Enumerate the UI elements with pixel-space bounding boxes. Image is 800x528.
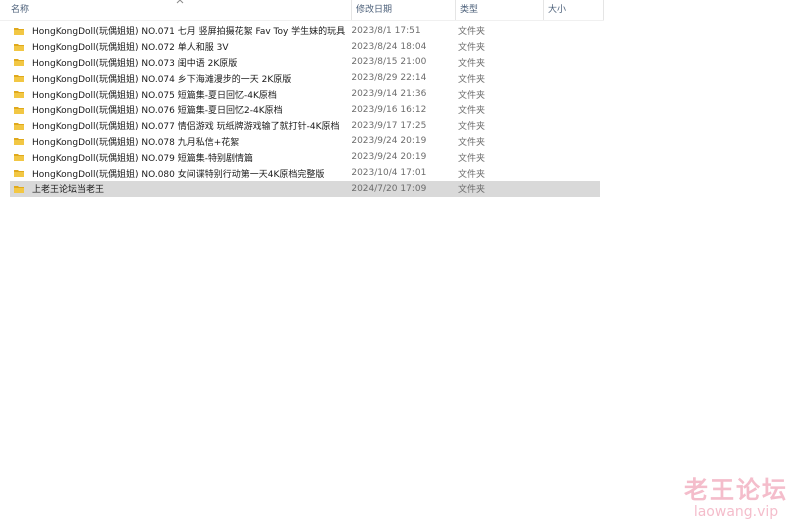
file-date-cell: 2023/9/24 20:19 [351, 136, 427, 147]
file-type-cell: 文件夹 [457, 137, 485, 148]
column-header-date[interactable]: 修改日期 [352, 0, 456, 20]
folder-icon [14, 138, 24, 146]
file-row[interactable]: HongKongDoll(玩偶姐姐) NO.074 乡下海滩漫步的一天 2K原版… [10, 70, 600, 86]
column-size-label: 大小 [548, 5, 567, 15]
file-date-cell: 2023/9/17 17:25 [351, 120, 427, 131]
file-date-cell: 2023/8/29 22:14 [351, 73, 427, 84]
file-list: HongKongDoll(玩偶姐姐) NO.071 七月 竖屏拍摄花絮 Fav … [10, 23, 600, 197]
file-date-cell: 2023/8/15 21:00 [351, 57, 427, 68]
file-type-cell: 文件夹 [457, 43, 485, 54]
file-row[interactable]: HongKongDoll(玩偶姐姐) NO.073 闺中语 2K原版 2023/8… [10, 55, 600, 71]
watermark-en: laowang.vip [693, 504, 779, 520]
file-type-cell: 文件夹 [457, 58, 485, 69]
file-type-cell: 文件夹 [457, 185, 485, 196]
file-name-label: HongKongDoll(玩偶姐姐) NO.072 单人和服 3V [32, 43, 229, 54]
file-date-cell: 2023/9/16 16:12 [351, 104, 427, 115]
file-date-cell: 2023/10/4 17:01 [351, 168, 427, 179]
file-name-label: HongKongDoll(玩偶姐姐) NO.071 七月 竖屏拍摄花絮 Fav … [32, 27, 346, 38]
file-name-label: HongKongDoll(玩偶姐姐) NO.078 九月私信+花絮 [32, 137, 240, 148]
column-header: 名称 修改日期 类型 大小 [0, 0, 604, 21]
file-name-cell: HongKongDoll(玩偶姐姐) NO.072 单人和服 3V [10, 40, 347, 53]
file-date-cell: 2023/9/14 21:36 [351, 89, 427, 100]
file-name-label: 上老王论坛当老王 [32, 185, 105, 196]
folder-icon [14, 27, 24, 35]
column-type-label: 类型 [460, 5, 479, 15]
column-header-size[interactable]: 大小 [544, 0, 604, 20]
file-name-label: HongKongDoll(玩偶姐姐) NO.079 短篇集-特别剧情篇 [32, 153, 253, 164]
file-row[interactable]: HongKongDoll(玩偶姐姐) NO.076 短篇集-夏日回忆2-4K原档… [10, 102, 600, 118]
folder-icon [14, 106, 24, 114]
file-name-cell: HongKongDoll(玩偶姐姐) NO.080 女间谍特别行动第一天4K原档… [10, 167, 347, 180]
file-name-cell: HongKongDoll(玩偶姐姐) NO.079 短篇集-特别剧情篇 [10, 151, 347, 164]
file-name-label: HongKongDoll(玩偶姐姐) NO.074 乡下海滩漫步的一天 2K原版 [32, 74, 292, 85]
file-type-cell: 文件夹 [457, 74, 485, 85]
file-row[interactable]: HongKongDoll(玩偶姐姐) NO.075 短篇集-夏日回忆-4K原档 2… [10, 86, 600, 102]
file-name-cell: HongKongDoll(玩偶姐姐) NO.075 短篇集-夏日回忆-4K原档 [10, 88, 347, 101]
chevron-up-icon [176, 0, 184, 4]
file-type-cell: 文件夹 [457, 106, 485, 117]
folder-icon [14, 43, 24, 51]
watermark: 老王论坛 laowang.vip [684, 476, 788, 520]
file-name-cell: HongKongDoll(玩偶姐姐) NO.076 短篇集-夏日回忆2-4K原档 [10, 103, 347, 116]
file-row[interactable]: 上老王论坛当老王 2024/7/20 17:09 文件夹 [10, 180, 600, 197]
file-row[interactable]: HongKongDoll(玩偶姐姐) NO.080 女间谍特别行动第一天4K原档… [10, 165, 600, 181]
column-date-label: 修改日期 [356, 5, 393, 15]
file-name-label: HongKongDoll(玩偶姐姐) NO.076 短篇集-夏日回忆2-4K原档 [32, 106, 283, 117]
file-name-cell: HongKongDoll(玩偶姐姐) NO.074 乡下海滩漫步的一天 2K原版 [10, 72, 347, 85]
file-name-cell: HongKongDoll(玩偶姐姐) NO.073 闺中语 2K原版 [10, 56, 347, 69]
file-row[interactable]: HongKongDoll(玩偶姐姐) NO.079 短篇集-特别剧情篇 2023/… [10, 149, 600, 165]
folder-icon [14, 185, 24, 193]
file-type-cell: 文件夹 [457, 153, 485, 164]
file-name-cell: HongKongDoll(玩偶姐姐) NO.077 情侣游戏 玩纸牌游戏输了就打… [10, 119, 347, 132]
file-name-cell: HongKongDoll(玩偶姐姐) NO.078 九月私信+花絮 [10, 135, 347, 148]
file-name-label: HongKongDoll(玩偶姐姐) NO.080 女间谍特别行动第一天4K原档… [32, 169, 325, 180]
file-explorer: 名称 修改日期 类型 大小 HongKongDoll(玩偶姐姐) NO.071 … [0, 0, 800, 528]
column-header-name[interactable]: 名称 [0, 0, 352, 20]
file-name-cell: 上老王论坛当老王 [10, 182, 347, 195]
file-type-cell: 文件夹 [457, 90, 485, 101]
file-name-label: HongKongDoll(玩偶姐姐) NO.075 短篇集-夏日回忆-4K原档 [32, 90, 277, 101]
file-row[interactable]: HongKongDoll(玩偶姐姐) NO.071 七月 竖屏拍摄花絮 Fav … [10, 23, 600, 39]
folder-icon [14, 170, 24, 178]
file-row[interactable]: HongKongDoll(玩偶姐姐) NO.077 情侣游戏 玩纸牌游戏输了就打… [10, 118, 600, 134]
watermark-cn: 老王论坛 [684, 476, 788, 504]
file-date-cell: 2023/8/1 17:51 [351, 25, 421, 36]
folder-icon [14, 122, 24, 130]
file-row[interactable]: HongKongDoll(玩偶姐姐) NO.072 单人和服 3V 2023/8/… [10, 39, 600, 55]
folder-icon [14, 91, 24, 99]
file-date-cell: 2024/7/20 17:09 [351, 183, 427, 194]
file-name-cell: HongKongDoll(玩偶姐姐) NO.071 七月 竖屏拍摄花絮 Fav … [10, 24, 347, 37]
file-type-cell: 文件夹 [457, 27, 485, 38]
column-name-label: 名称 [11, 5, 30, 15]
file-type-cell: 文件夹 [457, 122, 485, 133]
column-header-type[interactable]: 类型 [456, 0, 544, 20]
file-row[interactable]: HongKongDoll(玩偶姐姐) NO.078 九月私信+花絮 2023/9/… [10, 134, 600, 150]
file-date-cell: 2023/9/24 20:19 [351, 152, 427, 163]
file-name-label: HongKongDoll(玩偶姐姐) NO.077 情侣游戏 玩纸牌游戏输了就打… [32, 122, 340, 133]
folder-icon [14, 59, 24, 67]
file-date-cell: 2023/8/24 18:04 [351, 41, 427, 52]
file-name-label: HongKongDoll(玩偶姐姐) NO.073 闺中语 2K原版 [32, 58, 238, 69]
folder-icon [14, 154, 24, 162]
file-type-cell: 文件夹 [457, 169, 485, 180]
folder-icon [14, 75, 24, 83]
